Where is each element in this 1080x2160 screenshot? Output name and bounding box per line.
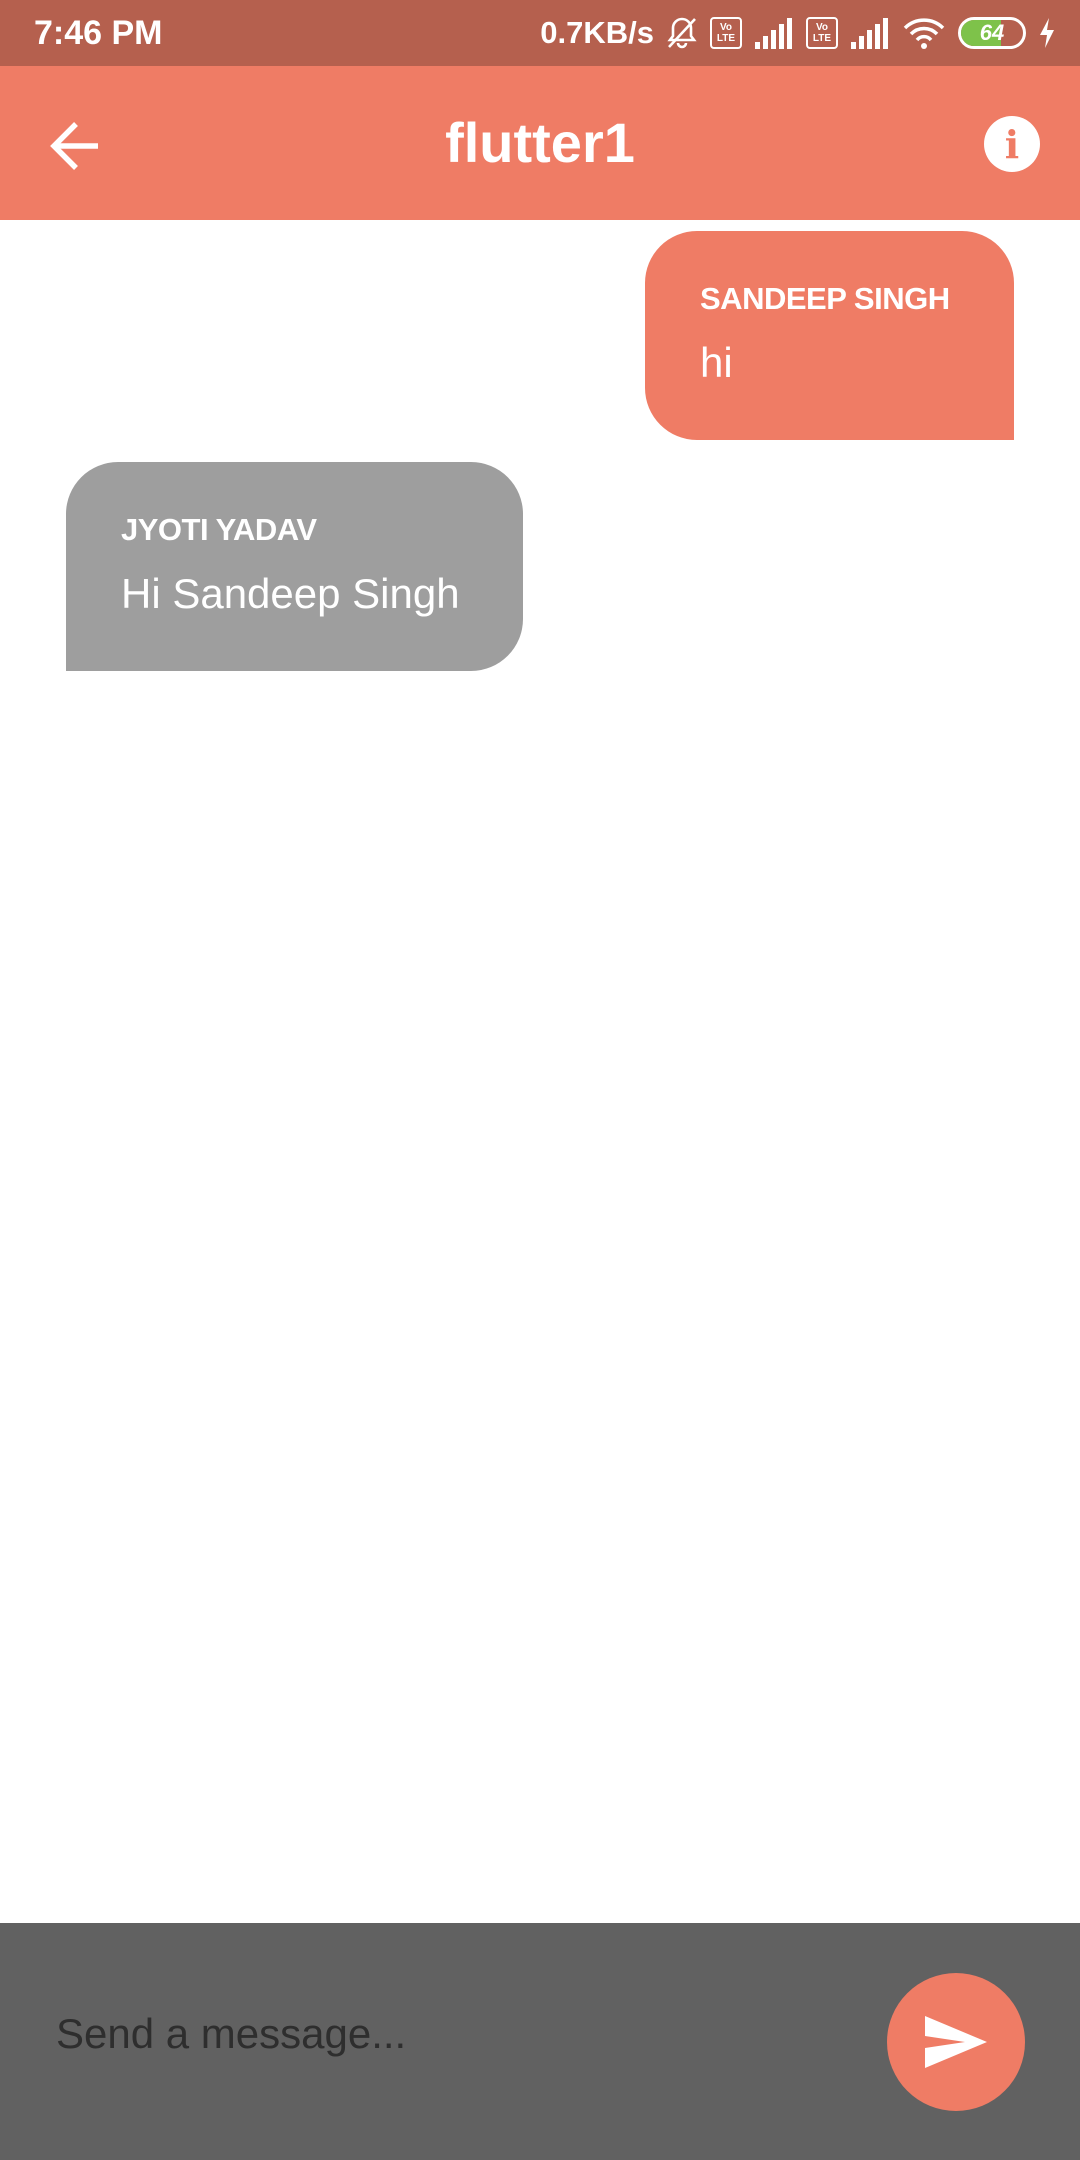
volte-icon: Vo LTE: [806, 17, 838, 49]
message-text: hi: [700, 339, 733, 386]
network-speed: 0.7KB/s: [540, 15, 654, 50]
battery-percent: 64: [979, 20, 1005, 45]
volte-icon: Vo LTE: [710, 17, 742, 49]
status-bar: 7:46 PM 0.7KB/s Vo LTE Vo LTE 64: [0, 0, 1080, 66]
battery-icon: 64: [958, 17, 1026, 49]
signal-icon: [851, 18, 888, 49]
charging-icon: [1040, 18, 1054, 48]
message-bubble-outgoing: SANDEEP SINGH hi: [645, 231, 1014, 440]
message-sender: SANDEEP SINGH: [700, 281, 950, 316]
message-text: Hi Sandeep Singh: [121, 570, 460, 617]
app-bar: flutter1 i: [0, 66, 1080, 220]
send-button[interactable]: [887, 1973, 1025, 2111]
message-input[interactable]: [54, 1983, 858, 2085]
chat-title: flutter1: [445, 111, 635, 174]
signal-icon: [755, 18, 792, 49]
mute-bell-icon: [667, 17, 697, 49]
message-composer: [0, 1923, 1080, 2160]
wifi-icon: [903, 18, 945, 49]
info-button[interactable]: i: [984, 116, 1040, 172]
status-time: 7:46 PM: [34, 14, 163, 52]
send-icon: [925, 2016, 987, 2068]
message-sender: JYOTI YADAV: [121, 512, 317, 547]
info-icon: i: [1004, 121, 1020, 167]
status-icons: 0.7KB/s Vo LTE Vo LTE 64: [540, 12, 1056, 54]
message-bubble-incoming: JYOTI YADAV Hi Sandeep Singh: [66, 462, 523, 671]
